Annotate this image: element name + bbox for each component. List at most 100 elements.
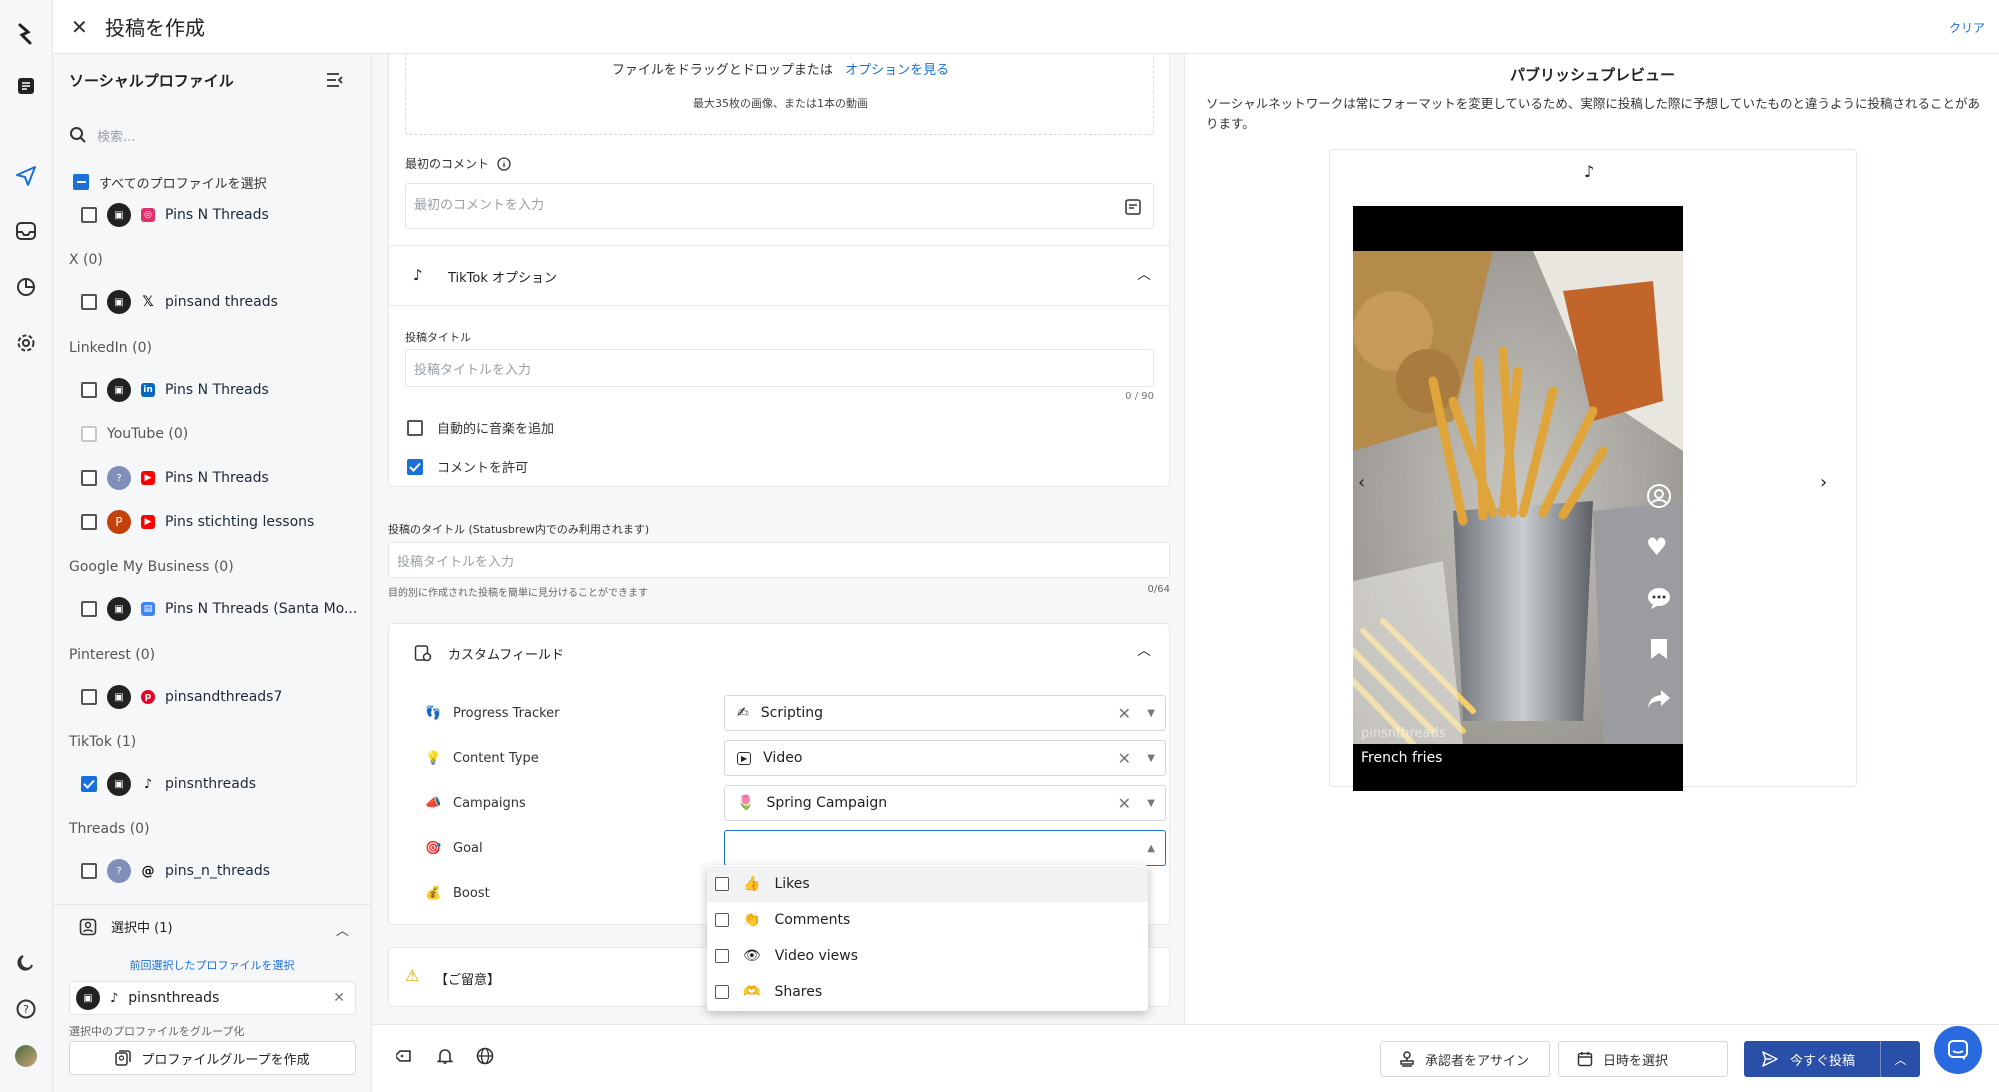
profile-row[interactable]: ▣ in Pins N Threads [81, 375, 269, 405]
profile-checkbox[interactable] [81, 514, 97, 530]
publish-icon[interactable] [14, 164, 38, 188]
clear-value-icon[interactable]: ✕ [1118, 794, 1131, 813]
profile-checkbox[interactable] [81, 776, 97, 792]
view-options-link[interactable]: オプションを見る [845, 63, 949, 78]
search-icon [70, 127, 86, 143]
group-checkbox[interactable] [81, 426, 97, 442]
goal-select[interactable]: ▲ [724, 830, 1166, 866]
allow-comments-option[interactable]: コメントを許可 [407, 457, 528, 476]
progress-tracker-select[interactable]: ✍ Scripting ✕ ▼ [724, 695, 1166, 731]
tiktok-options-header[interactable]: ♪ TikTok オプション ︿ [389, 246, 1169, 306]
profile-checkbox[interactable] [81, 470, 97, 486]
profile-row[interactable]: ▣ p pinsandthreads7 [81, 682, 282, 712]
settings-gear-icon[interactable] [14, 331, 38, 355]
group-add-icon [115, 1050, 132, 1066]
profile-row[interactable]: ▣ ◎ Pins N Threads [81, 200, 269, 230]
selected-profiles-panel: 選択中 (1) ︿ 前回選択したプロファイルを選択 ▣ ♪ pinsnthrea… [53, 904, 371, 1092]
assign-approver-label: 承認者をアサイン [1425, 1053, 1530, 1069]
close-icon[interactable]: ✕ [71, 15, 88, 39]
left-nav-rail: ? [0, 0, 53, 1092]
chevron-up-icon[interactable]: ︿ [1137, 264, 1151, 284]
selected-header[interactable]: 選択中 (1) [79, 917, 173, 936]
emoji-template-icon[interactable] [1125, 199, 1141, 215]
profile-checkbox[interactable] [81, 601, 97, 617]
profile-row[interactable]: ? @ pins_n_threads [81, 856, 270, 886]
compose-icon[interactable] [14, 74, 38, 98]
option-checkbox[interactable] [715, 985, 729, 999]
tiktok-options-title: TikTok オプション [448, 271, 558, 286]
profile-row[interactable]: ▣ 𝕏 pinsand threads [81, 287, 278, 317]
bell-icon[interactable] [436, 1047, 454, 1065]
custom-fields-header[interactable]: カスタムフィールド ︿ [389, 624, 1169, 682]
campaigns-select[interactable]: 🌷 Spring Campaign ✕ ▼ [724, 785, 1166, 821]
dropdown-arrow-icon[interactable]: ▼ [1147, 753, 1155, 764]
post-options-chevron-icon[interactable]: ︿ [1880, 1041, 1920, 1077]
selected-profile-chip[interactable]: ▣ ♪ pinsnthreads ✕ [69, 981, 356, 1015]
goal-option-comments[interactable]: 👏 Comments [707, 902, 1148, 938]
profile-row[interactable]: ▣ ♪ pinsnthreads [81, 769, 256, 799]
drop-limit: 最大35枚の画像、または1本の動画 [693, 97, 868, 110]
media-dropzone[interactable]: ファイルをドラッグとドロップまたは オプションを見る 最大35枚の画像、または1… [405, 54, 1154, 135]
select-all-checkbox[interactable] [73, 174, 89, 190]
profile-checkbox[interactable] [81, 689, 97, 705]
tiktok-phone-screen: ♥ pinsnthreads French fries [1353, 206, 1683, 791]
prev-slide-icon[interactable]: ‹ [1358, 472, 1365, 493]
goal-option-video-views[interactable]: 👁 Video views [707, 938, 1148, 974]
tag-icon[interactable] [396, 1047, 414, 1065]
profile-checkbox[interactable] [81, 863, 97, 879]
first-comment-input[interactable]: 最初のコメントを入力 [405, 183, 1154, 229]
profile-row[interactable]: ▣ ▤ Pins N Threads (Santa Mo... [81, 594, 357, 624]
dropdown-arrow-icon[interactable]: ▼ [1147, 798, 1155, 809]
profile-row[interactable]: P ▶ Pins stichting lessons [81, 507, 314, 537]
profile-checkbox[interactable] [81, 382, 97, 398]
option-label: Shares [774, 984, 823, 1000]
remove-chip-icon[interactable]: ✕ [333, 990, 345, 1006]
goal-option-likes[interactable]: 👍 Likes [707, 866, 1148, 902]
post-now-button[interactable]: 今すぐ投稿 ︿ [1744, 1041, 1920, 1077]
auto-music-option[interactable]: 自動的に音楽を追加 [407, 418, 554, 437]
inbox-icon[interactable] [14, 219, 38, 243]
option-checkbox[interactable] [715, 949, 729, 963]
option-checkbox[interactable] [715, 913, 729, 927]
post-title-input[interactable]: 投稿タイトルを入力 [405, 349, 1154, 387]
group-youtube-header[interactable]: YouTube (0) [81, 419, 188, 449]
next-slide-icon[interactable]: › [1820, 472, 1827, 493]
create-profile-group-button[interactable]: プロファイルグループを作成 [69, 1041, 356, 1075]
info-icon[interactable] [497, 156, 511, 171]
help-icon[interactable]: ? [14, 997, 38, 1021]
user-avatar[interactable] [14, 1044, 38, 1068]
select-all-profiles[interactable]: すべてのプロファイルを選択 [73, 167, 267, 197]
custom-field-content-type: 💡 Content Type [425, 738, 539, 778]
chevron-up-icon[interactable]: ︿ [1137, 640, 1151, 660]
clear-link[interactable]: クリア [1949, 19, 1985, 36]
profile-search[interactable]: 検索... [69, 118, 356, 152]
internal-title-input[interactable]: 投稿タイトルを入力 [388, 542, 1170, 578]
goal-option-shares[interactable]: 🫶 Shares [707, 974, 1148, 1010]
content-type-select[interactable]: ▶ Video ✕ ▼ [724, 740, 1166, 776]
reports-icon[interactable] [14, 275, 38, 299]
profile-row[interactable]: ? ▶ Pins N Threads [81, 463, 269, 493]
profile-checkbox[interactable] [81, 207, 97, 223]
app-logo-icon[interactable] [14, 22, 38, 46]
prev-selected-link[interactable]: 前回選択したプロファイルを選択 [53, 957, 371, 973]
profile-checkbox[interactable] [81, 294, 97, 310]
auto-music-checkbox[interactable] [407, 419, 423, 436]
dark-mode-moon-icon[interactable] [14, 951, 38, 975]
search-input[interactable]: 検索... [97, 126, 135, 145]
clapping-hands-icon: 👏 [743, 912, 761, 928]
clear-value-icon[interactable]: ✕ [1118, 704, 1131, 723]
calendar-icon [1577, 1052, 1593, 1067]
allow-comments-checkbox[interactable] [407, 458, 423, 475]
dropdown-arrow-icon[interactable]: ▼ [1147, 708, 1155, 719]
pick-datetime-button[interactable]: 日時を選択 [1558, 1041, 1728, 1077]
collapse-sidebar-icon[interactable] [326, 72, 344, 88]
globe-icon[interactable] [476, 1047, 494, 1065]
preview-notice: ソーシャルネットワークは常にフォーマットを変更しているため、実際に投稿した際に予… [1206, 96, 1981, 131]
chat-support-button[interactable] [1934, 1026, 1982, 1074]
chevron-up-icon[interactable]: ︿ [336, 920, 349, 939]
assign-approver-button[interactable]: 承認者をアサイン [1380, 1041, 1550, 1077]
clear-value-icon[interactable]: ✕ [1118, 749, 1131, 768]
select-value: Scripting [760, 705, 823, 721]
option-checkbox[interactable] [715, 877, 729, 891]
dropdown-arrow-up-icon[interactable]: ▲ [1147, 843, 1155, 854]
